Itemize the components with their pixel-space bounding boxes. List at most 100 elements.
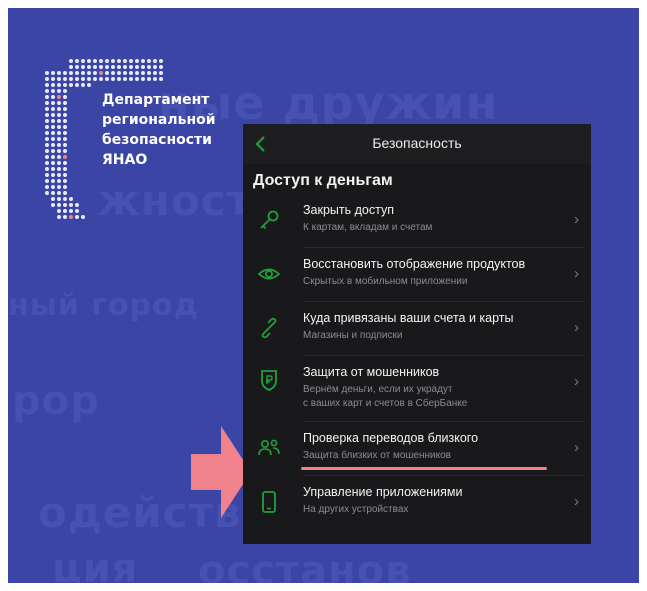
logo-dot bbox=[111, 59, 115, 63]
logo-dot bbox=[135, 59, 139, 63]
logo-dot bbox=[63, 71, 67, 75]
key-icon bbox=[260, 210, 279, 230]
logo-dot bbox=[63, 155, 67, 159]
logo-dot bbox=[147, 65, 151, 69]
logo-dot bbox=[117, 59, 121, 63]
logo-dot bbox=[75, 71, 79, 75]
logo-dot bbox=[45, 89, 49, 93]
logo-dot bbox=[81, 59, 85, 63]
logo-dot bbox=[63, 77, 67, 81]
logo-dot bbox=[45, 161, 49, 165]
logo-dot bbox=[111, 77, 115, 81]
department-name: Департамент региональной безопасности ЯН… bbox=[102, 90, 216, 170]
logo-dot bbox=[63, 119, 67, 123]
logo-dot bbox=[45, 101, 49, 105]
logo-dot bbox=[45, 131, 49, 135]
logo-dot bbox=[57, 119, 61, 123]
section-title: Доступ к деньгам bbox=[253, 172, 393, 189]
logo-dot bbox=[141, 59, 145, 63]
logo-dot bbox=[63, 209, 67, 213]
logo-dot bbox=[129, 71, 133, 75]
logo-dot bbox=[75, 65, 79, 69]
logo-dot bbox=[45, 125, 49, 129]
logo-dot bbox=[51, 173, 55, 177]
logo-dot bbox=[57, 125, 61, 129]
logo-dot bbox=[99, 65, 103, 69]
logo-dot bbox=[93, 59, 97, 63]
phone-screen: Безопасность Доступ к деньгам Закрыть до… bbox=[243, 124, 591, 544]
logo-dot bbox=[63, 113, 67, 117]
logo-dot bbox=[51, 83, 55, 87]
logo-dot bbox=[69, 215, 73, 219]
logo-dot bbox=[51, 131, 55, 135]
logo-dot bbox=[45, 191, 49, 195]
menu-item-relative-transfer-check[interactable]: Проверка переводов близкого Защита близк… bbox=[243, 422, 591, 476]
logo-dot bbox=[147, 77, 151, 81]
logo-dot bbox=[57, 101, 61, 105]
menu-item-subtitle: Защита близких от мошенников bbox=[303, 450, 451, 461]
logo-dot bbox=[51, 155, 55, 159]
logo-dot bbox=[63, 131, 67, 135]
logo-dot bbox=[69, 71, 73, 75]
logo-dot bbox=[63, 95, 67, 99]
logo-dot bbox=[51, 107, 55, 111]
logo-dot bbox=[159, 77, 163, 81]
logo-dot bbox=[75, 83, 79, 87]
logo-dot bbox=[75, 77, 79, 81]
link-icon bbox=[261, 317, 277, 339]
logo-dot bbox=[69, 77, 73, 81]
menu-item-title: Куда привязаны ваши счета и карты bbox=[303, 311, 514, 325]
logo-dot bbox=[57, 173, 61, 177]
menu-item-app-management[interactable]: Управление приложениями На других устрой… bbox=[243, 476, 591, 530]
logo-dot bbox=[57, 215, 61, 219]
logo-dot bbox=[63, 179, 67, 183]
logo-dot bbox=[105, 77, 109, 81]
menu-item-linked-accounts[interactable]: Куда привязаны ваши счета и карты Магази… bbox=[243, 302, 591, 356]
logo-dot bbox=[117, 65, 121, 69]
logo-dot bbox=[153, 71, 157, 75]
logo-dot bbox=[117, 71, 121, 75]
logo-dot bbox=[45, 119, 49, 123]
logo-dot bbox=[99, 59, 103, 63]
logo-dot bbox=[51, 95, 55, 99]
logo-dot bbox=[51, 137, 55, 141]
logo-dot bbox=[51, 125, 55, 129]
logo-dot bbox=[63, 167, 67, 171]
logo-dot bbox=[159, 71, 163, 75]
logo-dot bbox=[87, 65, 91, 69]
logo-dot bbox=[51, 167, 55, 171]
logo-dot bbox=[135, 65, 139, 69]
chevron-right-icon: › bbox=[574, 265, 579, 282]
menu-item-fraud-protection[interactable]: Защита от мошенников Вернём деньги, если… bbox=[243, 356, 591, 422]
logo-dot bbox=[159, 65, 163, 69]
screen-title: Безопасность bbox=[372, 135, 462, 151]
logo-dot bbox=[63, 173, 67, 177]
shield-ruble-icon bbox=[261, 370, 277, 391]
highlight-underline bbox=[301, 467, 547, 470]
logo-dot bbox=[63, 161, 67, 165]
menu-item-subtitle: Скрытых в мобильном приложении bbox=[303, 276, 468, 287]
logo-dot bbox=[57, 155, 61, 159]
logo-dot bbox=[51, 197, 55, 201]
logo-dot bbox=[81, 215, 85, 219]
logo-dot bbox=[63, 83, 67, 87]
logo-dot bbox=[57, 191, 61, 195]
logo-dot bbox=[51, 179, 55, 183]
logo-dot bbox=[45, 71, 49, 75]
logo-dot bbox=[123, 65, 127, 69]
logo-dot bbox=[81, 71, 85, 75]
logo-dot bbox=[135, 77, 139, 81]
logo-dot bbox=[81, 65, 85, 69]
logo-dot bbox=[51, 101, 55, 105]
menu-item-subtitle: На других устройствах bbox=[303, 504, 409, 515]
logo-dot bbox=[57, 95, 61, 99]
logo-dot bbox=[63, 185, 67, 189]
logo-dot bbox=[45, 143, 49, 147]
logo-dot bbox=[57, 113, 61, 117]
logo-dot bbox=[69, 83, 73, 87]
menu-item-subtitle: Вернём деньги, если их украдут с ваших к… bbox=[303, 383, 559, 411]
logo-dot bbox=[51, 71, 55, 75]
menu-item-close-access[interactable]: Закрыть доступ К картам, вкладам и счета… bbox=[243, 194, 591, 248]
menu-item-restore-products[interactable]: Восстановить отображение продуктов Скрыт… bbox=[243, 248, 591, 302]
menu-item-subtitle-line: Вернём деньги, если их украдут bbox=[303, 384, 453, 395]
